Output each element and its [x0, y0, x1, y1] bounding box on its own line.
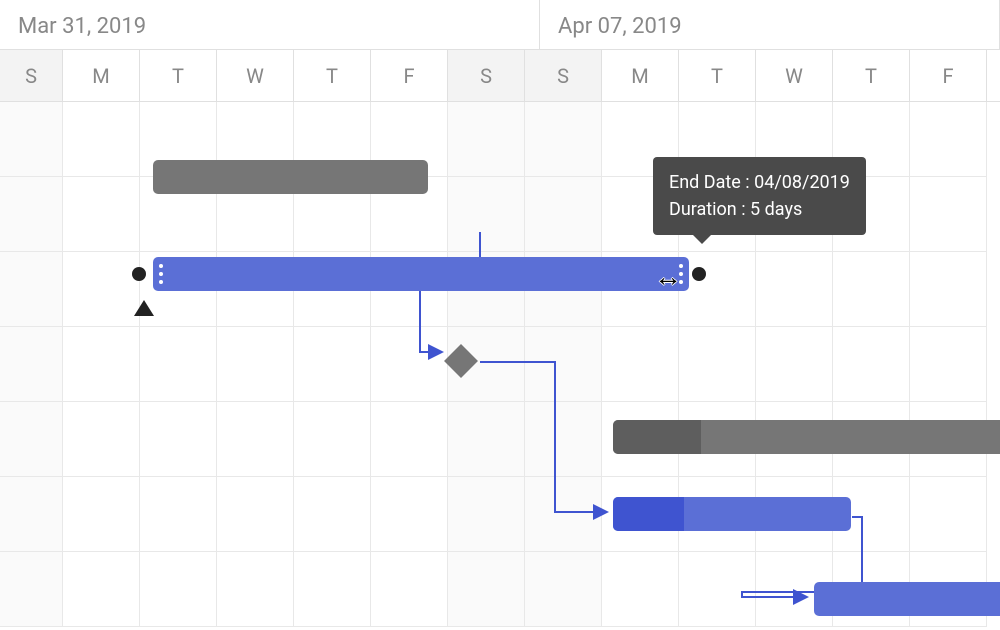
day-label: S [0, 50, 63, 101]
day-label: W [217, 50, 294, 101]
day-label: S [525, 50, 602, 101]
task-bar[interactable] [613, 420, 1000, 454]
baseline-marker-icon [134, 300, 154, 316]
drag-handle-icon[interactable] [159, 264, 163, 284]
day-label: M [63, 50, 140, 101]
tooltip-duration-label: Duration : [669, 199, 750, 220]
day-label: W [756, 50, 833, 101]
day-label: T [679, 50, 756, 101]
resize-tooltip: End Date : 04/08/2019 Duration : 5 days [653, 157, 866, 235]
week-header: Mar 31, 2019 Apr 07, 2019 [0, 0, 1000, 50]
gantt-chart: Mar 31, 2019 Apr 07, 2019 S M T W T F S … [0, 0, 1000, 630]
baseline-start-icon [132, 267, 146, 281]
task-bar-resizing[interactable] [153, 257, 689, 291]
tooltip-duration-value: 5 days [750, 199, 802, 220]
gantt-grid: ↔ End Date : 04/08/2019 Duration : 5 day… [0, 102, 1000, 627]
day-label: F [910, 50, 987, 101]
day-label: T [294, 50, 371, 101]
day-label: S [448, 50, 525, 101]
day-header: S M T W T F S S M T W T F [0, 50, 1000, 102]
task-bar[interactable] [153, 160, 428, 194]
tooltip-end-date-label: End Date : [669, 172, 754, 193]
week-label: Apr 07, 2019 [540, 0, 1000, 49]
tooltip-end-date-value: 04/08/2019 [754, 172, 850, 193]
week-label: Mar 31, 2019 [0, 0, 540, 49]
task-bar[interactable] [814, 582, 1000, 616]
grid-row[interactable] [0, 327, 1000, 402]
baseline-end-icon [692, 267, 706, 281]
task-bar[interactable] [613, 497, 851, 531]
day-label: T [833, 50, 910, 101]
day-label: F [371, 50, 448, 101]
day-label: M [602, 50, 679, 101]
day-label: T [140, 50, 217, 101]
drag-handle-icon[interactable] [679, 264, 683, 284]
